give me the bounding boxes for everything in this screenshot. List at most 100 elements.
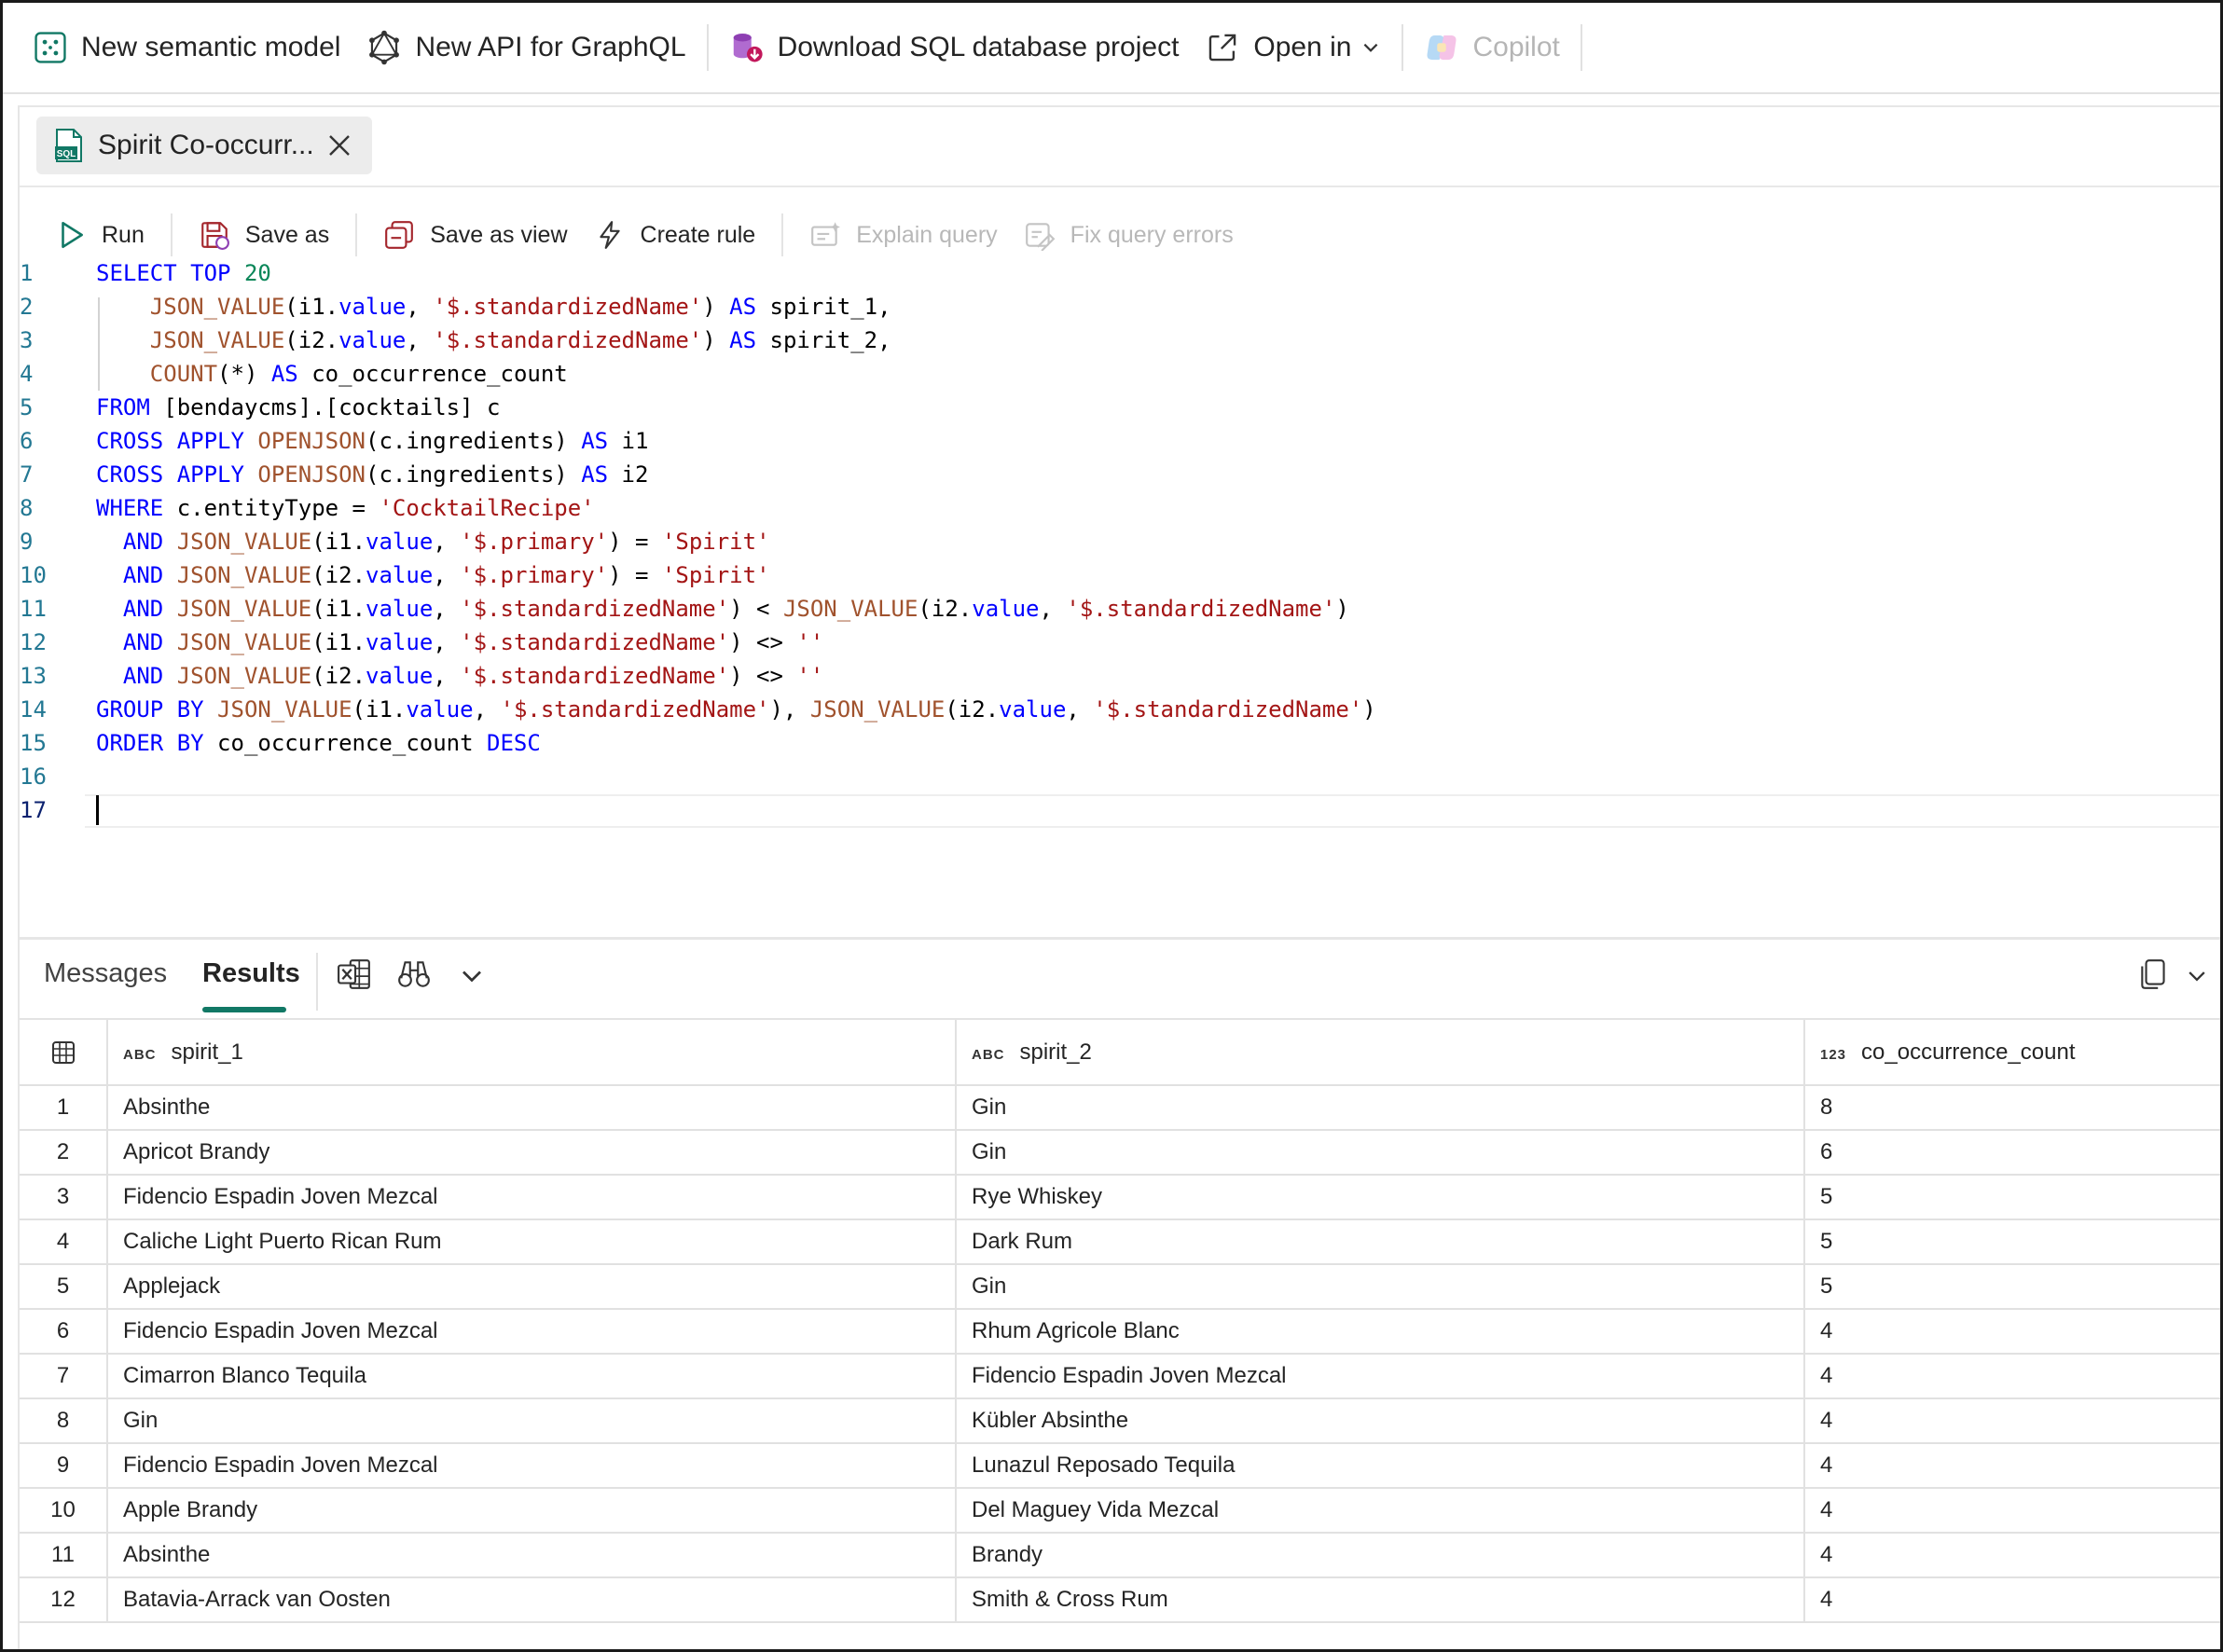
app-frame: New semantic model New API for GraphQL D…: [0, 0, 2223, 1652]
create-rule-button[interactable]: Create rule: [594, 219, 755, 251]
table-row[interactable]: 4 Caliche Light Puerto Rican Rum Dark Rum 5: [20, 1219, 2220, 1265]
copy-icon[interactable]: [2136, 957, 2172, 992]
co-occurrence-count-cell[interactable]: 4: [1804, 1488, 2220, 1534]
co-occurrence-count-cell[interactable]: 4: [1804, 1533, 2220, 1578]
spirit-1-cell[interactable]: Fidencio Espadin Joven Mezcal: [107, 1175, 957, 1220]
save-view-icon: [385, 221, 414, 249]
row-number-cell[interactable]: 8: [20, 1398, 108, 1444]
co-occurrence-count-cell[interactable]: 5: [1804, 1175, 2220, 1220]
spirit-2-cell[interactable]: Gin: [956, 1085, 1805, 1131]
query-editor-panel: SQL Spirit Co-occurr... Run Save as Save…: [18, 105, 2220, 940]
column-header-spirit-2[interactable]: ABC spirit_2: [956, 1020, 1805, 1086]
spirit-2-cell[interactable]: Lunazul Reposado Tequila: [956, 1443, 1805, 1489]
chevron-down-icon[interactable]: [458, 962, 486, 990]
table-row[interactable]: 6 Fidencio Espadin Joven Mezcal Rhum Agric…: [20, 1309, 2220, 1355]
co-occurrence-count-cell[interactable]: 5: [1804, 1264, 2220, 1310]
tab-results[interactable]: Results: [202, 958, 300, 989]
row-number-cell[interactable]: 3: [20, 1175, 108, 1220]
spirit-1-cell[interactable]: Batavia-Arrack van Oosten: [107, 1577, 957, 1623]
query-tab[interactable]: SQL Spirit Co-occurr...: [36, 117, 372, 174]
row-number-cell[interactable]: 10: [20, 1488, 108, 1534]
save-as-button[interactable]: Save as: [199, 219, 329, 251]
row-number-cell[interactable]: 6: [20, 1309, 108, 1355]
new-semantic-model-button[interactable]: New semantic model: [20, 15, 353, 80]
row-number-cell[interactable]: 9: [20, 1443, 108, 1489]
code-text: AND JSON_VALUE(i2.value, '$.primary') = …: [122, 562, 770, 588]
spirit-2-cell[interactable]: Gin: [956, 1264, 1805, 1310]
spirit-2-cell[interactable]: Brandy: [956, 1533, 1805, 1578]
copilot-button[interactable]: Copilot: [1411, 15, 1572, 80]
excel-export-icon[interactable]: [337, 957, 372, 992]
explain-query-button[interactable]: Explain query: [809, 219, 998, 251]
co-occurrence-count-cell[interactable]: 4: [1804, 1354, 2220, 1399]
co-occurrence-count-cell[interactable]: 4: [1804, 1309, 2220, 1355]
table-row[interactable]: 10 Apple Brandy Del Maguey Vida Mezcal 4: [20, 1488, 2220, 1534]
spirit-1-cell[interactable]: Fidencio Espadin Joven Mezcal: [107, 1309, 957, 1355]
fix-query-errors-button[interactable]: Fix query errors: [1024, 219, 1234, 251]
row-number-cell[interactable]: 4: [20, 1219, 108, 1265]
spirit-1-cell[interactable]: Absinthe: [107, 1533, 957, 1578]
column-header-co-occurrence-count[interactable]: 123 co_occurrence_count: [1804, 1020, 2220, 1086]
row-number-cell[interactable]: 2: [20, 1130, 108, 1176]
co-occurrence-count-cell[interactable]: 8: [1804, 1085, 2220, 1131]
spirit-2-cell[interactable]: Rhum Agricole Blanc: [956, 1309, 1805, 1355]
new-graphql-api-button[interactable]: New API for GraphQL: [353, 15, 698, 80]
close-icon[interactable]: [325, 131, 353, 159]
spirit-1-cell[interactable]: Fidencio Espadin Joven Mezcal: [107, 1443, 957, 1489]
code-line-12: 12 AND JSON_VALUE(i1.value, '$.standardi…: [20, 626, 2220, 659]
row-number-cell[interactable]: 5: [20, 1264, 108, 1310]
tab-messages[interactable]: Messages: [44, 958, 167, 989]
table-row[interactable]: 3 Fidencio Espadin Joven Mezcal Rye Whiske…: [20, 1175, 2220, 1220]
text-caret: [96, 795, 99, 825]
code-text: SELECT TOP 20: [96, 260, 271, 286]
row-number-cell[interactable]: 11: [20, 1533, 108, 1578]
spirit-2-cell[interactable]: Smith & Cross Rum: [956, 1577, 1805, 1623]
spirit-1-cell[interactable]: Gin: [107, 1398, 957, 1444]
code-text: COUNT(*) AS co_occurrence_count: [149, 361, 568, 387]
co-occurrence-count-cell[interactable]: 4: [1804, 1398, 2220, 1444]
document-tabstrip: SQL Spirit Co-occurr...: [20, 107, 2220, 187]
save-icon: [201, 222, 229, 250]
select-all-cell[interactable]: [20, 1020, 108, 1086]
save-as-view-button[interactable]: Save as view: [383, 219, 568, 251]
spirit-1-cell[interactable]: Absinthe: [107, 1085, 957, 1131]
code-editor[interactable]: 1 SELECT TOP 20 2 JSON_VALUE(i1.value, '$…: [20, 256, 2220, 937]
code-line-13: 13 AND JSON_VALUE(i2.value, '$.standardi…: [20, 659, 2220, 693]
table-row[interactable]: 8 Gin Kübler Absinthe 4: [20, 1398, 2220, 1444]
spirit-1-cell[interactable]: Apple Brandy: [107, 1488, 957, 1534]
spirit-1-cell[interactable]: Apricot Brandy: [107, 1130, 957, 1176]
spirit-1-cell[interactable]: Cimarron Blanco Tequila: [107, 1354, 957, 1399]
table-row[interactable]: 11 Absinthe Brandy 4: [20, 1533, 2220, 1578]
spirit-2-cell[interactable]: Del Maguey Vida Mezcal: [956, 1488, 1805, 1534]
spirit-2-cell[interactable]: Rye Whiskey: [956, 1175, 1805, 1220]
binoculars-icon[interactable]: [396, 957, 432, 992]
co-occurrence-count-cell[interactable]: 5: [1804, 1219, 2220, 1265]
chevron-down-icon[interactable]: [2185, 964, 2209, 988]
open-in-dropdown[interactable]: Open in: [1192, 15, 1394, 80]
row-number-cell[interactable]: 7: [20, 1354, 108, 1399]
code-line-9: 9 AND JSON_VALUE(i1.value, '$.primary') …: [20, 525, 2220, 558]
co-occurrence-count-cell[interactable]: 6: [1804, 1130, 2220, 1176]
table-row[interactable]: 1 Absinthe Gin 8: [20, 1085, 2220, 1131]
column-header-spirit-1[interactable]: ABC spirit_1: [107, 1020, 957, 1086]
code-text: AND JSON_VALUE(i1.value, '$.standardized…: [122, 596, 1349, 622]
spirit-2-cell[interactable]: Dark Rum: [956, 1219, 1805, 1265]
code-line-7: 7 CROSS APPLY OPENJSON(c.ingredients) AS …: [20, 458, 2220, 491]
spirit-2-cell[interactable]: Gin: [956, 1130, 1805, 1176]
run-button[interactable]: Run: [55, 219, 145, 251]
table-row[interactable]: 12 Batavia-Arrack van Oosten Smith & Cross…: [20, 1577, 2220, 1623]
co-occurrence-count-cell[interactable]: 4: [1804, 1577, 2220, 1623]
row-number-cell[interactable]: 12: [20, 1577, 108, 1623]
download-sql-project-button[interactable]: Download SQL database project: [716, 15, 1193, 80]
spirit-2-cell[interactable]: Fidencio Espadin Joven Mezcal: [956, 1354, 1805, 1399]
row-number-cell[interactable]: 1: [20, 1085, 108, 1131]
sql-file-icon: SQL: [55, 129, 82, 162]
table-row[interactable]: 7 Cimarron Blanco Tequila Fidencio Espadin…: [20, 1354, 2220, 1399]
spirit-1-cell[interactable]: Applejack: [107, 1264, 957, 1310]
table-row[interactable]: 5 Applejack Gin 5: [20, 1264, 2220, 1310]
spirit-2-cell[interactable]: Kübler Absinthe: [956, 1398, 1805, 1444]
spirit-1-cell[interactable]: Caliche Light Puerto Rican Rum: [107, 1219, 957, 1265]
co-occurrence-count-cell[interactable]: 4: [1804, 1443, 2220, 1489]
table-row[interactable]: 9 Fidencio Espadin Joven Mezcal Lunazul Re…: [20, 1443, 2220, 1489]
table-row[interactable]: 2 Apricot Brandy Gin 6: [20, 1130, 2220, 1176]
